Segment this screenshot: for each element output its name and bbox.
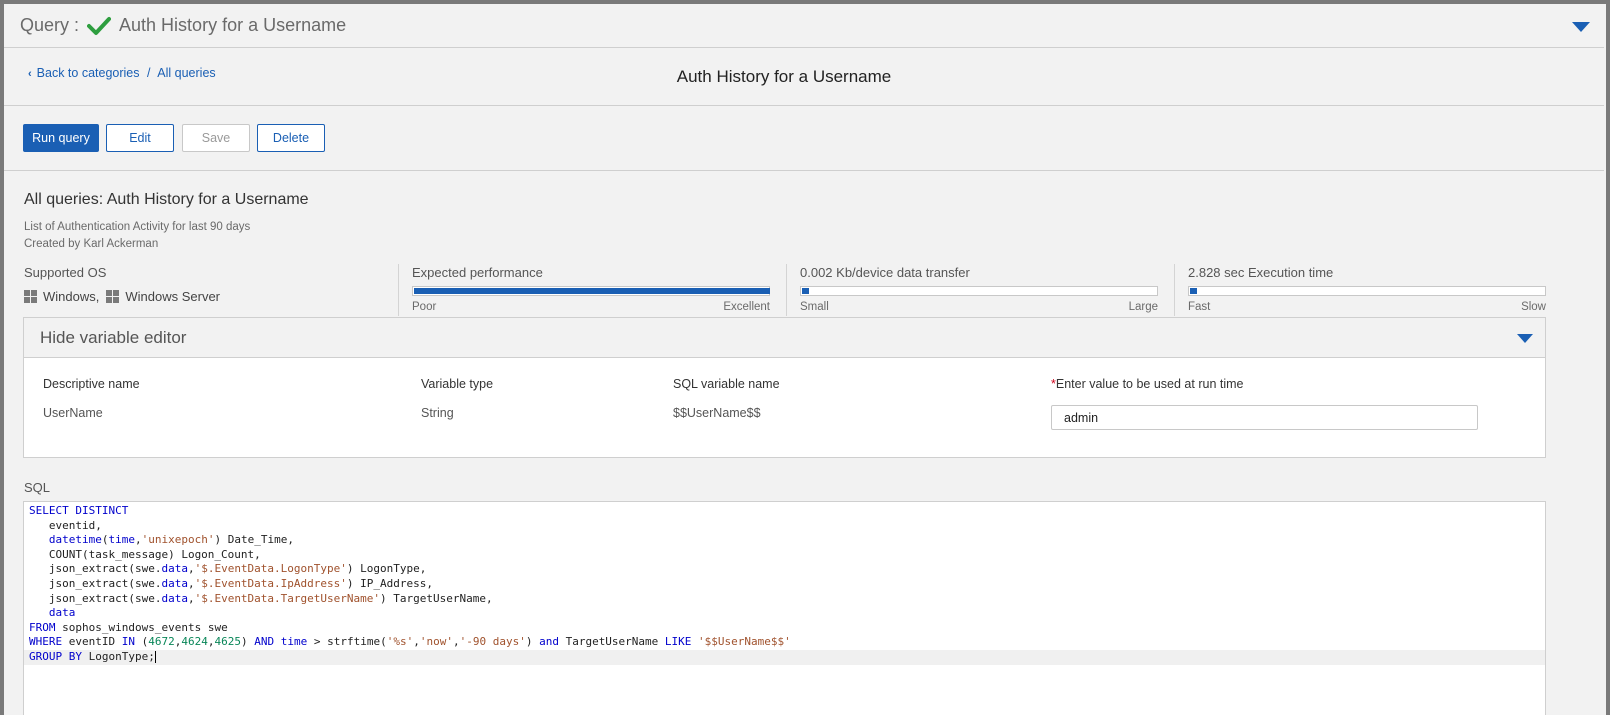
sql-line: json_extract(swe.data,'$.EventData.IpAdd… (29, 576, 433, 590)
execution-label: 2.828 sec Execution time (1188, 265, 1334, 280)
supported-os-label: Supported OS (24, 265, 107, 280)
chevron-down-icon[interactable] (1517, 334, 1533, 343)
sql-line: WHERE eventID IN (4672,4624,4625) AND ti… (29, 635, 791, 649)
os-item: Windows Server (125, 289, 220, 304)
column-variable-type: Variable type (421, 377, 494, 391)
query-header: Query : Auth History for a Username (4, 4, 1604, 48)
transfer-high: Large (1128, 301, 1158, 313)
execution-legend: Fast Slow (1188, 301, 1546, 313)
collapse-header-icon[interactable] (1572, 22, 1590, 32)
query-creator: Created by Karl Ackerman (24, 238, 159, 250)
execution-low: Fast (1188, 301, 1211, 313)
details-heading: All queries: Auth History for a Username (24, 191, 309, 208)
sql-editor[interactable]: SELECT DISTINCT eventid, datetime(time,'… (23, 501, 1546, 715)
performance-bar (412, 286, 770, 296)
performance-legend: Poor Excellent (412, 301, 770, 313)
column-runtime-value: *Enter value to be used at run time (1051, 377, 1244, 391)
execution-time: 2.828 sec Execution time Fast Slow (1188, 265, 1546, 315)
performance-high: Excellent (723, 301, 770, 313)
sql-line: json_extract(swe.data,'$.EventData.Logon… (29, 562, 427, 576)
transfer-legend: Small Large (800, 301, 1158, 313)
transfer-label: 0.002 Kb/device data transfer (800, 265, 970, 280)
variable-editor: Hide variable editor Descriptive name Va… (23, 317, 1546, 458)
divider (1174, 264, 1175, 316)
column-sql-variable-name: SQL variable name (673, 377, 780, 391)
data-transfer: 0.002 Kb/device data transfer Small Larg… (800, 265, 1158, 315)
variable-editor-toggle[interactable]: Hide variable editor (24, 318, 1545, 358)
sql-variable-name-value: $$UserName$$ (673, 406, 761, 420)
breadcrumb-row: ‹ Back to categories / All queries Auth H… (4, 48, 1604, 106)
variable-type-value: String (421, 406, 454, 420)
column-descriptive-name: Descriptive name (43, 377, 140, 391)
performance-label: Expected performance (412, 265, 543, 280)
execution-high: Slow (1521, 301, 1546, 313)
sql-line: SELECT DISTINCT (29, 504, 129, 517)
checkmark-icon (87, 16, 112, 36)
sql-line: eventid, (29, 518, 102, 532)
query-label: Query : (20, 15, 80, 35)
execution-bar-fill (1190, 288, 1198, 294)
variable-name-value: UserName (43, 406, 103, 420)
save-button[interactable]: Save (182, 124, 250, 152)
sql-line: json_extract(swe.data,'$.EventData.Targe… (29, 591, 493, 605)
query-details: All queries: Auth History for a Username… (4, 171, 1604, 715)
os-list: Windows, Windows Server (24, 289, 384, 304)
execution-bar (1188, 286, 1546, 296)
windows-icon (24, 290, 37, 303)
sql-line: FROM sophos_windows_events swe (29, 620, 228, 634)
transfer-bar-fill (802, 288, 810, 294)
sql-line: GROUP BY LogonType; (24, 649, 1545, 665)
os-item: Windows, (43, 289, 100, 304)
windows-icon (106, 290, 120, 303)
expected-performance: Expected performance Poor Excellent (412, 265, 770, 315)
sql-label: SQL (24, 480, 51, 495)
query-description: List of Authentication Activity for last… (24, 221, 251, 233)
transfer-low: Small (800, 301, 829, 313)
sql-line: data (48, 606, 76, 620)
divider (786, 264, 787, 316)
divider (398, 264, 399, 316)
performance-low: Poor (412, 301, 437, 313)
runtime-value-input[interactable] (1051, 405, 1478, 430)
toolbar: Run query Edit Save Delete (4, 106, 1604, 171)
delete-button[interactable]: Delete (257, 124, 325, 152)
runtime-value-label: Enter value to be used at run time (1055, 377, 1244, 391)
sql-line: COUNT(task_message) Logon_Count, (29, 547, 261, 561)
edit-button[interactable]: Edit (106, 124, 174, 152)
transfer-bar (800, 286, 1158, 296)
variable-table: Descriptive name Variable type SQL varia… (24, 358, 1545, 457)
run-query-button[interactable]: Run query (23, 124, 99, 152)
sql-line: datetime(time,'unixepoch') Date_Time, (48, 533, 294, 547)
query-title: Auth History for a Username (119, 15, 347, 35)
performance-bar-fill (414, 288, 770, 294)
variable-editor-title: Hide variable editor (40, 328, 187, 347)
supported-os: Supported OS Windows, Windows Server (24, 265, 384, 315)
page-title: Auth History for a Username (676, 67, 892, 86)
